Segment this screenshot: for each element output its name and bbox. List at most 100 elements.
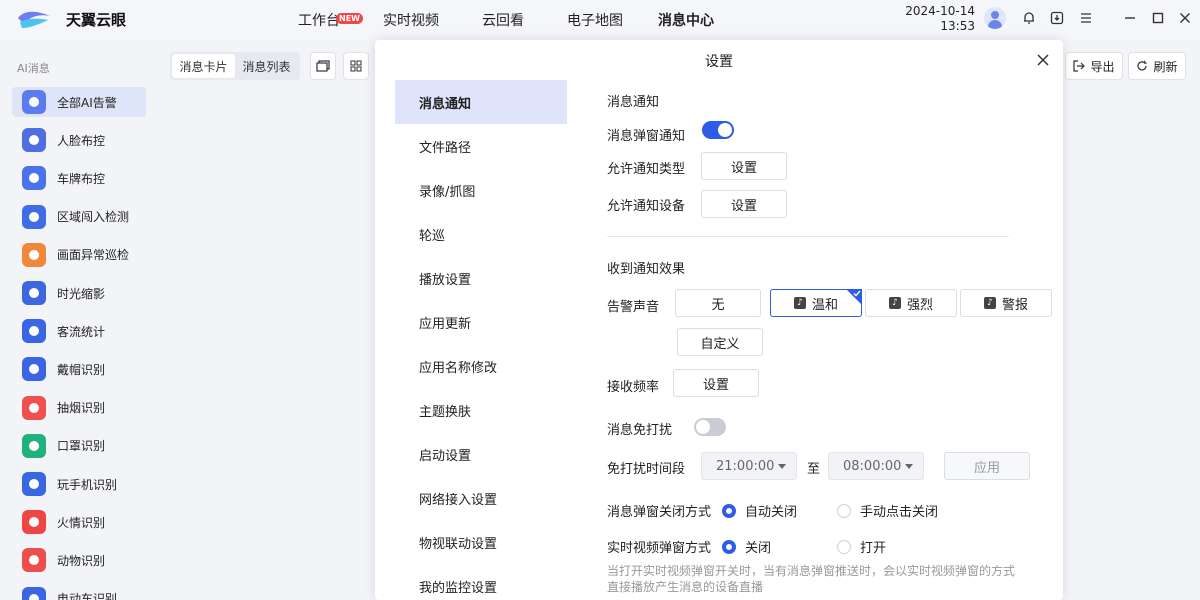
download-icon[interactable]: [1047, 8, 1067, 28]
export-icon: [1073, 60, 1086, 72]
settings-menu-record-capture[interactable]: 录像/抓图: [395, 168, 567, 212]
settings-menu-app-rename[interactable]: 应用名称修改: [395, 344, 567, 388]
radio-dot: [837, 539, 851, 554]
alarm-sound-label: 告警声音: [607, 300, 660, 315]
sound-option-none[interactable]: 无: [675, 289, 761, 317]
dnd-start-select[interactable]: 21:00:00: [701, 452, 797, 480]
notify-section-title: 消息通知: [607, 95, 660, 110]
receive-frequency-settings-button[interactable]: 设置: [673, 369, 759, 397]
chevron-down-icon: [905, 464, 913, 469]
settings-menu-startup-settings[interactable]: 启动设置: [395, 432, 567, 476]
single-view-button[interactable]: [310, 52, 336, 80]
hat-recognition-icon: [22, 357, 46, 382]
settings-menu-my-monitor-settings[interactable]: 我的监控设置: [395, 564, 567, 600]
settings-menu-theme-skin[interactable]: 主题换肤: [395, 388, 567, 432]
music-note-icon: ♪: [793, 297, 806, 309]
sidebar-item-label: 人脸布控: [57, 133, 106, 148]
nav-cloud-playback[interactable]: 云回看: [482, 10, 524, 30]
sidebar-item-passenger-flow[interactable]: 客流统计: [12, 316, 146, 346]
refresh-icon: [1137, 60, 1148, 71]
nav-message-center[interactable]: 消息中心: [658, 10, 714, 30]
settings-menu-network-access[interactable]: 网络接入设置: [395, 476, 567, 520]
sidebar-item-plate-control[interactable]: 车牌布控: [12, 163, 146, 193]
sidebar-item-time-lapse[interactable]: 时光缩影: [12, 278, 146, 308]
tab-message-list[interactable]: 消息列表: [235, 54, 298, 78]
tab-message-cards[interactable]: 消息卡片: [172, 54, 235, 78]
selected-check-icon: [846, 289, 862, 305]
close-window-icon[interactable]: [1175, 8, 1195, 28]
sidebar-item-mask-recognition[interactable]: 口罩识别: [12, 431, 146, 461]
settings-menu: 消息通知 文件路径 录像/抓图 轮巡 播放设置 应用更新 应用名称修改 主题换肤 启动设置 网络接…: [395, 80, 567, 600]
sidebar-item-ebike-recognition[interactable]: 电动车识别: [12, 584, 146, 600]
bell-icon[interactable]: [1019, 8, 1039, 28]
dnd-to-label: 至: [807, 462, 821, 477]
sound-option-gentle[interactable]: ♪ 温和: [770, 289, 862, 317]
current-time: 13:53: [940, 19, 975, 33]
nav-e-map[interactable]: 电子地图: [567, 10, 623, 30]
sidebar-item-label: 画面异常巡检: [57, 248, 130, 263]
live-popup-mode-label: 实时视频弹窗方式: [607, 541, 712, 556]
sidebar-item-area-intrusion[interactable]: 区域闯入检测: [12, 202, 146, 232]
grid-view-button[interactable]: [343, 52, 369, 80]
notify-type-settings-button[interactable]: 设置: [701, 152, 787, 180]
radio-live-on[interactable]: 打开: [837, 537, 886, 556]
radio-label: 打开: [860, 541, 887, 556]
sidebar-item-face-control[interactable]: 人脸布控: [12, 125, 146, 155]
top-bar: 天翼云眼 工作台 NEW 实时视频 云回看 电子地图 消息中心 2024-10-…: [0, 0, 1200, 43]
app-name: 天翼云眼: [66, 10, 127, 29]
sidebar-item-hat-recognition[interactable]: 戴帽识别: [12, 354, 146, 384]
dnd-toggle[interactable]: [694, 418, 726, 436]
datetime: 2024-10-14 13:53: [905, 4, 975, 34]
sidebar-item-label: 抽烟识别: [57, 401, 106, 416]
settings-menu-playback-settings[interactable]: 播放设置: [395, 256, 567, 300]
minimize-icon[interactable]: [1120, 8, 1140, 28]
sidebar-item-label: 口罩识别: [57, 439, 106, 454]
modal-close-icon[interactable]: [1035, 52, 1051, 68]
dnd-label: 消息免打扰: [607, 423, 673, 438]
sidebar-item-phone-recognition[interactable]: 玩手机识别: [12, 469, 146, 499]
dnd-apply-button[interactable]: 应用: [944, 452, 1030, 480]
menu-icon[interactable]: [1076, 8, 1096, 28]
sidebar-item-label: 时光缩影: [57, 286, 106, 301]
nav-live-video[interactable]: 实时视频: [383, 10, 439, 30]
notify-device-settings-button[interactable]: 设置: [701, 190, 787, 218]
sidebar-item-image-anomaly[interactable]: 画面异常巡检: [12, 240, 146, 270]
maximize-icon[interactable]: [1148, 8, 1168, 28]
dnd-start-value: 21:00:00: [716, 458, 775, 474]
settings-menu-file-path[interactable]: 文件路径: [395, 124, 567, 168]
nav-workbench[interactable]: 工作台: [298, 10, 340, 30]
settings-menu-message-notify[interactable]: 消息通知: [395, 80, 567, 124]
radio-dot: [837, 503, 851, 518]
radio-manual-close[interactable]: 手动点击关闭: [837, 501, 938, 520]
export-button[interactable]: 导出: [1065, 52, 1123, 80]
sidebar-item-label: 客流统计: [57, 324, 106, 339]
dnd-end-select[interactable]: 08:00:00: [828, 452, 924, 480]
sound-option-strong[interactable]: ♪ 强烈: [865, 289, 957, 317]
custom-sound-button[interactable]: 自定义: [677, 328, 763, 356]
user-avatar[interactable]: [984, 7, 1006, 29]
sound-option-label: 温和: [811, 297, 838, 313]
popup-notify-toggle[interactable]: [702, 121, 734, 139]
radio-auto-close[interactable]: 自动关闭: [722, 501, 797, 520]
settings-menu-patrol[interactable]: 轮巡: [395, 212, 567, 256]
sidebar-item-label: 电动车识别: [57, 592, 118, 600]
sidebar-item-all-ai-alerts[interactable]: 全部AI告警: [12, 87, 146, 117]
notify-device-label: 允许通知设备: [607, 199, 686, 214]
music-note-icon: ♪: [888, 297, 901, 309]
settings-menu-iot-linkage[interactable]: 物视联动设置: [395, 520, 567, 564]
time-lapse-icon: [22, 281, 46, 305]
radio-label: 手动点击关闭: [860, 505, 939, 520]
settings-menu-app-update[interactable]: 应用更新: [395, 300, 567, 344]
sound-option-alarm[interactable]: ♪ 警报: [960, 289, 1052, 317]
app-logo: 天翼云眼: [16, 8, 126, 30]
radio-dot: [722, 503, 736, 518]
sidebar-item-fire-recognition[interactable]: 火情识别: [12, 507, 146, 537]
fire-recognition-icon: [22, 510, 46, 535]
sidebar-item-label: 全部AI告警: [57, 95, 117, 110]
dnd-end-value: 08:00:00: [843, 458, 902, 474]
window-icon: [316, 60, 330, 72]
radio-live-off[interactable]: 关闭: [722, 537, 771, 556]
sidebar-item-animal-recognition[interactable]: 动物识别: [12, 545, 146, 575]
refresh-button[interactable]: 刷新: [1128, 52, 1186, 80]
sidebar-item-smoking-recognition[interactable]: 抽烟识别: [12, 393, 146, 423]
